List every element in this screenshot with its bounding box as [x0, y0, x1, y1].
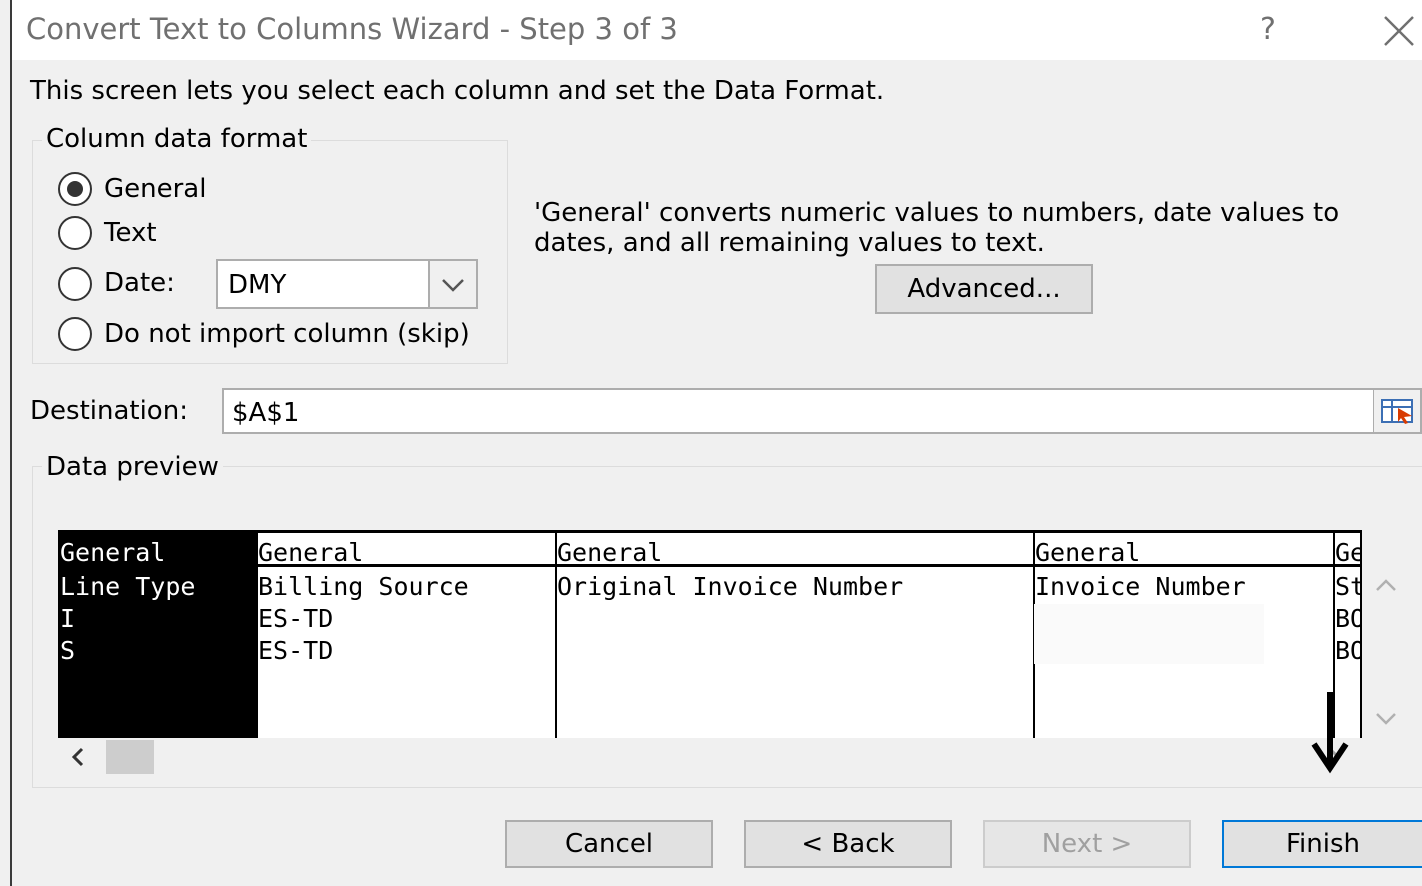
preview-cell: BO [1335, 604, 1362, 633]
destination-label: Destination: [30, 396, 188, 426]
date-radio[interactable] [58, 267, 92, 301]
column-format-label: General [258, 538, 364, 567]
preview-cell: BO [1335, 636, 1362, 665]
column-data-format-legend: Column data format [42, 124, 312, 154]
close-icon[interactable] [1382, 14, 1416, 48]
dialog-title: Convert Text to Columns Wizard - Step 3 … [26, 12, 678, 46]
preview-cell: Billing Source [258, 572, 469, 601]
chevron-down-icon [442, 279, 464, 292]
skip-column-radio-label[interactable]: Do not import column (skip) [104, 319, 470, 349]
window-edge [10, 0, 12, 886]
preview-cell: Invoice Number [1035, 572, 1246, 601]
scrollbar-thumb[interactable] [106, 740, 154, 774]
destination-value: $A$1 [232, 398, 300, 428]
date-radio-label[interactable]: Date: [104, 268, 175, 298]
next-button[interactable]: Next > [983, 820, 1191, 868]
intro-text: This screen lets you select each column … [30, 76, 885, 106]
column-format-label: General [557, 538, 663, 567]
collapse-dialog-button[interactable] [1373, 390, 1420, 432]
destination-input[interactable]: $A$1 [222, 388, 1422, 434]
format-description: 'General' converts numeric values to num… [534, 198, 1340, 258]
column-format-label: General [60, 538, 166, 567]
text-radio-label[interactable]: Text [104, 218, 157, 248]
down-arrow-annotation [1311, 692, 1349, 774]
preview-cell: S [60, 636, 76, 665]
title-bar: Convert Text to Columns Wizard - Step 3 … [12, 0, 1422, 60]
date-format-value: DMY [228, 270, 287, 300]
help-button[interactable]: ? [1260, 12, 1276, 47]
date-format-select[interactable]: DMY [216, 259, 478, 309]
text-radio[interactable] [58, 216, 92, 250]
preview-cell: ES-TD [258, 604, 334, 633]
preview-cell: ES-TD [258, 636, 334, 665]
general-radio-label[interactable]: General [104, 174, 206, 204]
preview-column-1[interactable]: General Line Type I S [58, 530, 258, 738]
column-format-label: Ge [1335, 538, 1362, 567]
scroll-down-button[interactable] [1372, 704, 1400, 732]
date-format-dropdown-button[interactable] [428, 261, 476, 307]
cancel-button[interactable]: Cancel [505, 820, 713, 868]
preview-cell: Line Type [60, 572, 196, 601]
column-format-label: General [1035, 538, 1141, 567]
data-preview-legend: Data preview [42, 452, 223, 482]
chevron-up-icon [1376, 579, 1396, 591]
scroll-up-button[interactable] [1372, 572, 1400, 600]
horizontal-scrollbar[interactable] [58, 738, 1362, 778]
preview-cell: Original Invoice Number [557, 572, 904, 601]
preview-cell: I [60, 604, 76, 633]
preview-header-divider [58, 564, 1362, 567]
radio-selected-dot [67, 181, 83, 197]
general-radio[interactable] [58, 172, 92, 206]
back-button[interactable]: < Back [744, 820, 952, 868]
range-select-icon [1381, 399, 1413, 424]
chevron-down-icon [1376, 713, 1396, 725]
skip-column-radio[interactable] [58, 317, 92, 351]
preview-column-3[interactable]: General Original Invoice Number [555, 530, 1035, 738]
preview-column-2[interactable]: General Billing Source ES-TD ES-TD [256, 530, 558, 738]
preview-top-border [58, 530, 1362, 533]
scroll-left-button[interactable] [66, 742, 90, 779]
preview-cell: St [1335, 572, 1362, 601]
redacted-area [1034, 604, 1264, 664]
chevron-left-icon [71, 747, 84, 767]
advanced-button[interactable]: Advanced... [875, 264, 1093, 314]
finish-button[interactable]: Finish [1222, 820, 1422, 868]
